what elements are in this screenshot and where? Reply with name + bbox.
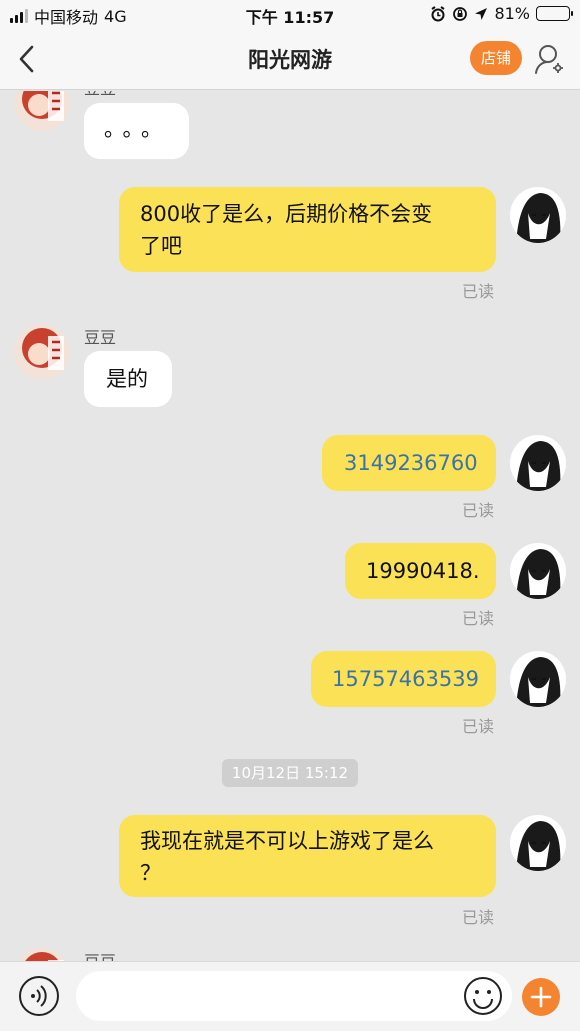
avatar-doudou[interactable] — [14, 324, 70, 380]
status-right: 81% — [430, 4, 573, 23]
message-bubble-incoming[interactable]: 是的 — [84, 351, 172, 407]
input-bar — [0, 961, 580, 1031]
message-bubble-outgoing[interactable]: 我现在就是不可以上游戏了是么 ？ — [119, 815, 496, 897]
message-bubble-outgoing[interactable]: 3149236760 — [322, 435, 496, 491]
read-status: 已读 — [462, 717, 495, 736]
shop-button[interactable]: 店铺 — [470, 41, 522, 75]
rotation-lock-icon — [453, 6, 468, 21]
avatar-self[interactable] — [510, 187, 566, 243]
battery-percent: 81% — [494, 4, 530, 23]
sender-name: 豆豆 — [84, 328, 117, 347]
message-line: ？ — [140, 861, 161, 885]
nav-bar: 阳光网游 店铺 — [0, 28, 580, 90]
avatar-doudou[interactable] — [14, 91, 70, 131]
avatar-self[interactable] — [510, 651, 566, 707]
avatar-self[interactable] — [510, 815, 566, 871]
location-icon — [475, 7, 488, 20]
chat-area[interactable]: 豆豆 。。。 800收了是么，后期价格不会变 了吧 已读 豆豆 是的 31492… — [0, 91, 580, 961]
message-bubble-outgoing[interactable]: 800收了是么，后期价格不会变 了吧 — [119, 187, 496, 272]
read-status: 已读 — [462, 282, 495, 301]
timestamp-divider: 10月12日 15:12 — [222, 759, 358, 787]
message-link[interactable]: 15757463539 — [332, 667, 479, 691]
status-bar: 中国移动 4G 下午 11:57 81% — [0, 0, 580, 28]
avatar-doudou[interactable] — [14, 948, 70, 961]
message-bubble-incoming[interactable]: 。。。 — [84, 103, 189, 159]
message-line: 800收了是么，后期价格不会变 — [140, 202, 433, 226]
sender-name: 豆豆 — [84, 948, 116, 961]
message-link[interactable]: 3149236760 — [344, 451, 478, 475]
battery-icon — [536, 6, 573, 21]
alarm-icon — [431, 5, 445, 21]
read-status: 已读 — [462, 908, 495, 927]
message-bubble-outgoing[interactable]: 15757463539 — [311, 651, 496, 707]
plus-icon[interactable] — [522, 978, 560, 1016]
profile-icon[interactable] — [534, 42, 566, 76]
message-line: 我现在就是不可以上游戏了是么 — [140, 829, 434, 853]
sender-name: 豆豆 — [84, 91, 116, 99]
read-status: 已读 — [462, 609, 495, 628]
message-input[interactable] — [76, 971, 512, 1021]
avatar-self[interactable] — [510, 435, 566, 491]
avatar-self[interactable] — [510, 543, 566, 599]
read-status: 已读 — [462, 501, 495, 520]
voice-icon[interactable] — [19, 976, 59, 1016]
message-bubble-outgoing[interactable]: 19990418. — [345, 543, 496, 599]
message-line: 了吧 — [140, 234, 182, 258]
emoji-icon[interactable] — [463, 976, 503, 1016]
